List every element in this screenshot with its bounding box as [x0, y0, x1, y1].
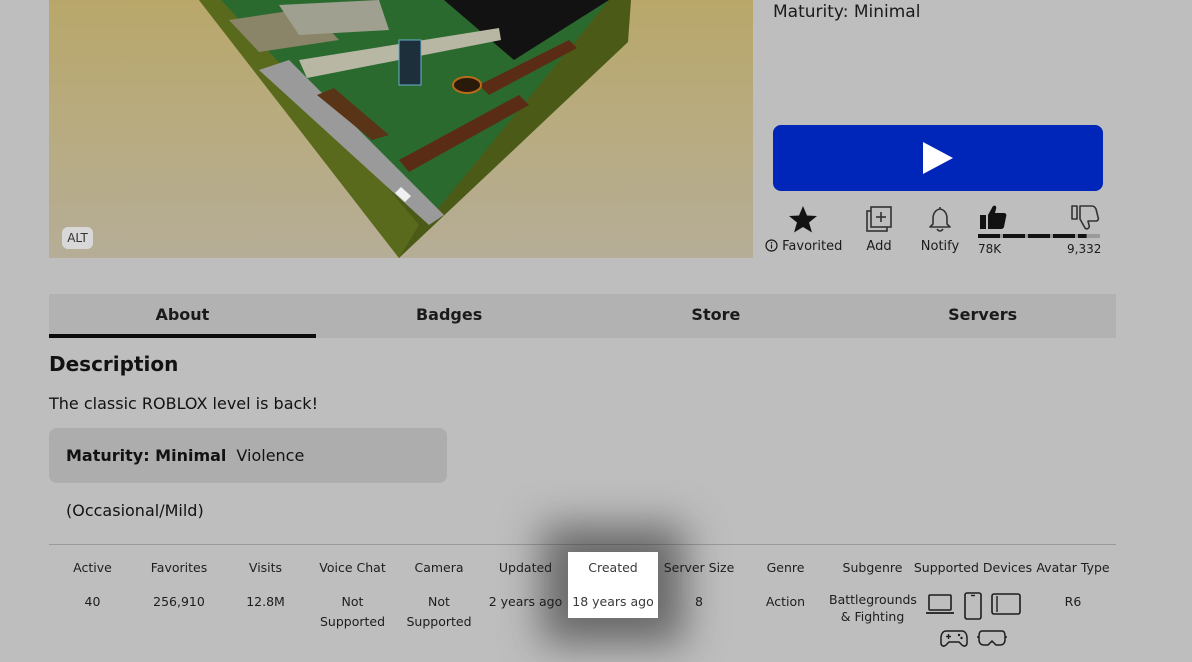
stat-active: Active 40 — [49, 560, 136, 612]
phone-icon — [964, 592, 982, 620]
tablet-icon — [991, 593, 1021, 615]
stat-favorites: Favorites 256,910 — [136, 560, 222, 612]
maturity-info-box[interactable]: Maturity: Minimal Violence (Occasional/Mi… — [49, 428, 447, 520]
vote-bar-segment — [1028, 234, 1050, 238]
favorite-button[interactable]: Favorited — [765, 204, 843, 254]
stat-created: Created 18 years ago — [568, 552, 658, 618]
vr-headset-icon — [976, 630, 1007, 646]
stat-label: Genre — [766, 560, 805, 575]
stat-label: Subgenre — [842, 560, 903, 575]
tab-about[interactable]: About — [49, 294, 316, 338]
notify-label: Notify — [920, 239, 960, 254]
bell-icon — [929, 206, 951, 232]
thumbs-down-button[interactable] — [1068, 203, 1102, 235]
tab-servers[interactable]: Servers — [849, 294, 1116, 338]
stat-supported-devices: Supported Devices — [912, 560, 1034, 580]
vote-ratio-bar — [978, 234, 1100, 238]
stat-subgenre: Subgenre Battlegrounds & Fighting — [829, 560, 917, 625]
stat-value: 8 — [695, 594, 703, 609]
tab-bar: About Badges Store Servers — [49, 294, 1116, 338]
stat-label: Active — [73, 560, 112, 575]
stat-value: 2 years ago — [488, 594, 563, 609]
stat-label: Visits — [248, 560, 283, 575]
computer-icon — [926, 594, 954, 614]
thumbnail-scene — [199, 0, 631, 258]
add-button[interactable]: Add — [856, 204, 902, 254]
thumbs-up-icon — [980, 205, 1007, 229]
stat-value: 18 years ago — [572, 594, 654, 609]
stat-label: Supported Devices — [913, 560, 1033, 575]
stat-value[interactable]: Battlegrounds & Fighting — [829, 591, 917, 625]
alt-text-badge[interactable]: ALT — [62, 227, 93, 249]
stat-voice-chat: Voice Chat Not Supported — [309, 560, 396, 632]
stat-value: 256,910 — [153, 594, 205, 609]
stat-label: Created — [588, 560, 638, 575]
info-icon — [765, 239, 778, 252]
vote-bar-segment — [1078, 234, 1087, 238]
downvote-count: 9,332 — [1067, 242, 1102, 256]
stat-value: Not Supported — [406, 594, 472, 629]
play-button[interactable] — [773, 125, 1103, 191]
description-text: The classic ROBLOX level is back! — [49, 394, 318, 413]
supported-devices-icons — [916, 592, 1030, 648]
add-label: Add — [866, 239, 892, 254]
thumbs-up-button[interactable] — [976, 203, 1010, 235]
vote-bar-segment — [978, 234, 1000, 238]
description-heading: Description — [49, 352, 179, 376]
notify-button[interactable]: Notify — [916, 204, 964, 254]
stat-label: Updated — [498, 560, 553, 575]
console-icon — [939, 630, 968, 647]
stat-genre: Genre Action — [742, 560, 829, 612]
star-icon — [789, 205, 817, 232]
tab-badges[interactable]: Badges — [316, 294, 583, 338]
vote-bar-segment — [1003, 234, 1025, 238]
play-icon — [923, 142, 953, 174]
stat-label: Camera — [414, 560, 464, 575]
thumbs-down-icon — [1071, 205, 1100, 230]
stat-value: 40 — [84, 594, 101, 609]
stat-label: Server Size — [663, 560, 735, 575]
stat-updated: Updated 2 years ago — [482, 560, 569, 612]
stat-label: Avatar Type — [1036, 560, 1110, 575]
stat-value: R6 — [1064, 594, 1082, 609]
maturity-rating: Maturity: Minimal — [66, 446, 227, 465]
stat-value[interactable]: Action — [742, 592, 829, 612]
stat-value: 12.8M — [246, 594, 285, 609]
maturity-label: Maturity: Minimal — [773, 2, 921, 22]
stat-server-size: Server Size 8 — [656, 560, 742, 612]
stat-label: Voice Chat — [319, 560, 386, 575]
upvote-count: 78K — [978, 242, 1002, 256]
stats-divider — [49, 544, 1116, 545]
stat-label: Favorites — [150, 560, 208, 575]
stat-visits: Visits 12.8M — [222, 560, 309, 612]
vote-bar-segment — [1053, 234, 1075, 238]
tab-store[interactable]: Store — [583, 294, 850, 338]
favorite-label: Favorited — [782, 239, 843, 254]
stat-camera: Camera Not Supported — [396, 560, 482, 632]
add-to-collection-icon — [866, 206, 892, 232]
game-thumbnail[interactable] — [49, 0, 753, 258]
stat-avatar-type: Avatar Type R6 — [1030, 560, 1116, 612]
stat-value: Not Supported — [319, 594, 386, 629]
